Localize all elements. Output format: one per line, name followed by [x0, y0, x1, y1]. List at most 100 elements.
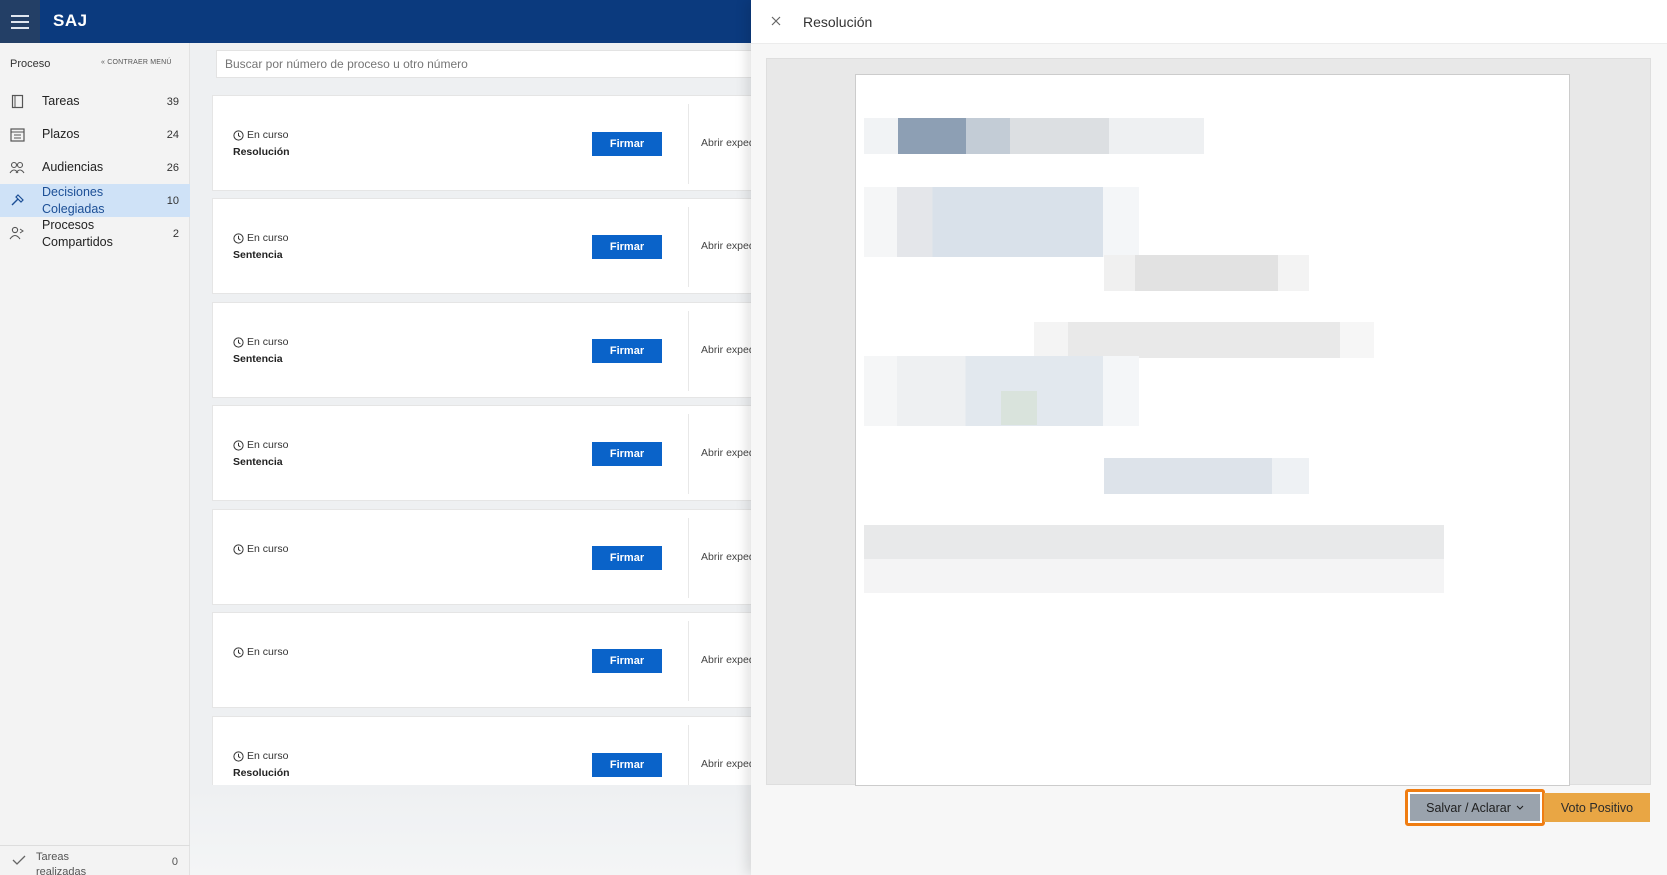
sign-button[interactable]: Firmar	[592, 442, 662, 466]
top-bar: SAJ	[0, 0, 760, 43]
collapse-menu-label: CONTRAER MENÚ	[107, 59, 172, 66]
list-bottom-area	[190, 785, 751, 875]
menu-icon[interactable]	[0, 0, 40, 43]
document-type: Sentencia	[233, 456, 283, 468]
sidebar-item-procesos-compartidos[interactable]: Procesos Compartidos 2	[0, 217, 190, 250]
sidebar-item-plazos[interactable]: Plazos 24	[0, 118, 190, 151]
task-card: En curso Sentencia Firmar Abrir expedien…	[212, 198, 773, 294]
task-card: En curso Firmar Abrir expediente	[212, 509, 773, 605]
check-icon	[12, 853, 26, 871]
search-input[interactable]	[216, 50, 776, 78]
document-type: Resolución	[233, 146, 290, 158]
sidebar-footer-label: Tareas realizadas	[36, 851, 87, 875]
chevron-down-icon	[1516, 805, 1524, 810]
panel-header: Resolución	[751, 0, 1667, 44]
document-viewer[interactable]	[766, 58, 1651, 786]
task-card: En curso Sentencia Firmar Abrir expedien…	[212, 302, 773, 398]
status-label: En curso	[233, 543, 288, 555]
status-text: En curso	[247, 336, 289, 348]
people-icon	[9, 160, 25, 176]
clipboard-icon	[9, 94, 25, 110]
blurred-content	[864, 525, 1444, 593]
status-text: En curso	[247, 232, 289, 244]
blurred-content	[864, 118, 1204, 154]
blurred-content	[1034, 322, 1374, 358]
save-clarify-button[interactable]: Salvar / Aclarar	[1405, 789, 1545, 826]
close-icon[interactable]	[768, 13, 784, 29]
label-line-1: Decisiones	[42, 184, 104, 199]
task-card: En curso Sentencia Firmar Abrir expedien…	[212, 405, 773, 501]
sign-button[interactable]: Firmar	[592, 339, 662, 363]
collapse-menu-button[interactable]: « CONTRAER MENÚ	[101, 59, 172, 66]
blurred-content	[1001, 391, 1037, 425]
sidebar-footer-tareas-realizadas[interactable]: Tareas realizadas 0	[0, 845, 190, 875]
document-panel: Resolución Salvar / Aclarar Voto Positiv…	[751, 0, 1667, 875]
status-label: En curso	[233, 750, 288, 762]
sidebar-item-tareas[interactable]: Tareas 39	[0, 85, 190, 118]
positive-vote-button[interactable]: Voto Positivo	[1544, 793, 1650, 822]
sidebar-item-count: 26	[166, 161, 179, 174]
clock-icon	[233, 750, 244, 762]
divider	[688, 104, 689, 184]
status-label: En curso	[233, 232, 288, 244]
document-page-blurred	[855, 74, 1570, 786]
status-text: En curso	[247, 439, 289, 451]
divider	[688, 621, 689, 701]
blurred-content	[864, 187, 1139, 257]
sidebar-item-label: Plazos	[42, 127, 80, 141]
sidebar-item-label: Decisiones Colegiadas	[42, 184, 105, 218]
status-text: En curso	[247, 543, 289, 555]
sign-button[interactable]: Firmar	[592, 235, 662, 259]
sidebar-item-audiencias[interactable]: Audiencias 26	[0, 151, 190, 184]
sidebar-heading: Proceso	[10, 58, 51, 70]
status-label: En curso	[233, 646, 288, 658]
sidebar-item-count: 24	[166, 128, 179, 141]
blurred-content	[1104, 255, 1309, 291]
sidebar-item-label: Tareas	[42, 94, 80, 108]
divider	[688, 207, 689, 287]
divider	[688, 518, 689, 598]
clock-icon	[233, 336, 244, 348]
label-line-2: Colegiadas	[42, 201, 105, 216]
document-type: Sentencia	[233, 353, 283, 365]
task-card: En curso Firmar Abrir expediente	[212, 612, 773, 708]
status-label: En curso	[233, 336, 288, 348]
divider	[688, 311, 689, 391]
sidebar-item-count: 2	[172, 227, 179, 240]
task-card: En curso Resolución Firmar Abrir expedie…	[212, 95, 773, 191]
document-type: Sentencia	[233, 249, 283, 261]
calendar-icon	[9, 127, 25, 143]
shared-users-icon	[9, 226, 25, 242]
sidebar-item-label: Audiencias	[42, 160, 104, 174]
sign-button[interactable]: Firmar	[592, 753, 662, 777]
divider	[688, 414, 689, 494]
sign-button[interactable]: Firmar	[592, 132, 662, 156]
sidebar-item-label: Procesos Compartidos	[42, 217, 113, 251]
sign-button[interactable]: Firmar	[592, 546, 662, 570]
sidebar-item-decisiones-colegiadas[interactable]: Decisiones Colegiadas 10	[0, 184, 190, 217]
status-label: En curso	[233, 439, 288, 451]
label-line-1: Procesos	[42, 217, 95, 232]
clock-icon	[233, 232, 244, 244]
clock-icon	[233, 646, 244, 658]
sidebar: Proceso « CONTRAER MENÚ Tareas 39 Plazos…	[0, 43, 190, 875]
panel-title: Resolución	[803, 14, 873, 30]
app-title: SAJ	[53, 11, 88, 30]
clock-icon	[233, 439, 244, 451]
status-text: En curso	[247, 129, 289, 141]
save-clarify-inner: Salvar / Aclarar	[1410, 794, 1540, 821]
status-text: En curso	[247, 646, 289, 658]
sidebar-item-count: 10	[166, 194, 179, 207]
clock-icon	[233, 129, 244, 141]
sign-button[interactable]: Firmar	[592, 649, 662, 673]
document-type: Resolución	[233, 767, 290, 779]
sidebar-footer-count: 0	[171, 856, 178, 868]
gavel-icon	[9, 193, 25, 209]
blurred-content	[1104, 458, 1309, 494]
sidebar-item-count: 39	[166, 95, 179, 108]
label-line-2: Compartidos	[42, 234, 113, 249]
status-text: En curso	[247, 750, 289, 762]
save-clarify-label: Salvar / Aclarar	[1426, 800, 1511, 815]
clock-icon	[233, 543, 244, 555]
status-label: En curso	[233, 129, 288, 141]
